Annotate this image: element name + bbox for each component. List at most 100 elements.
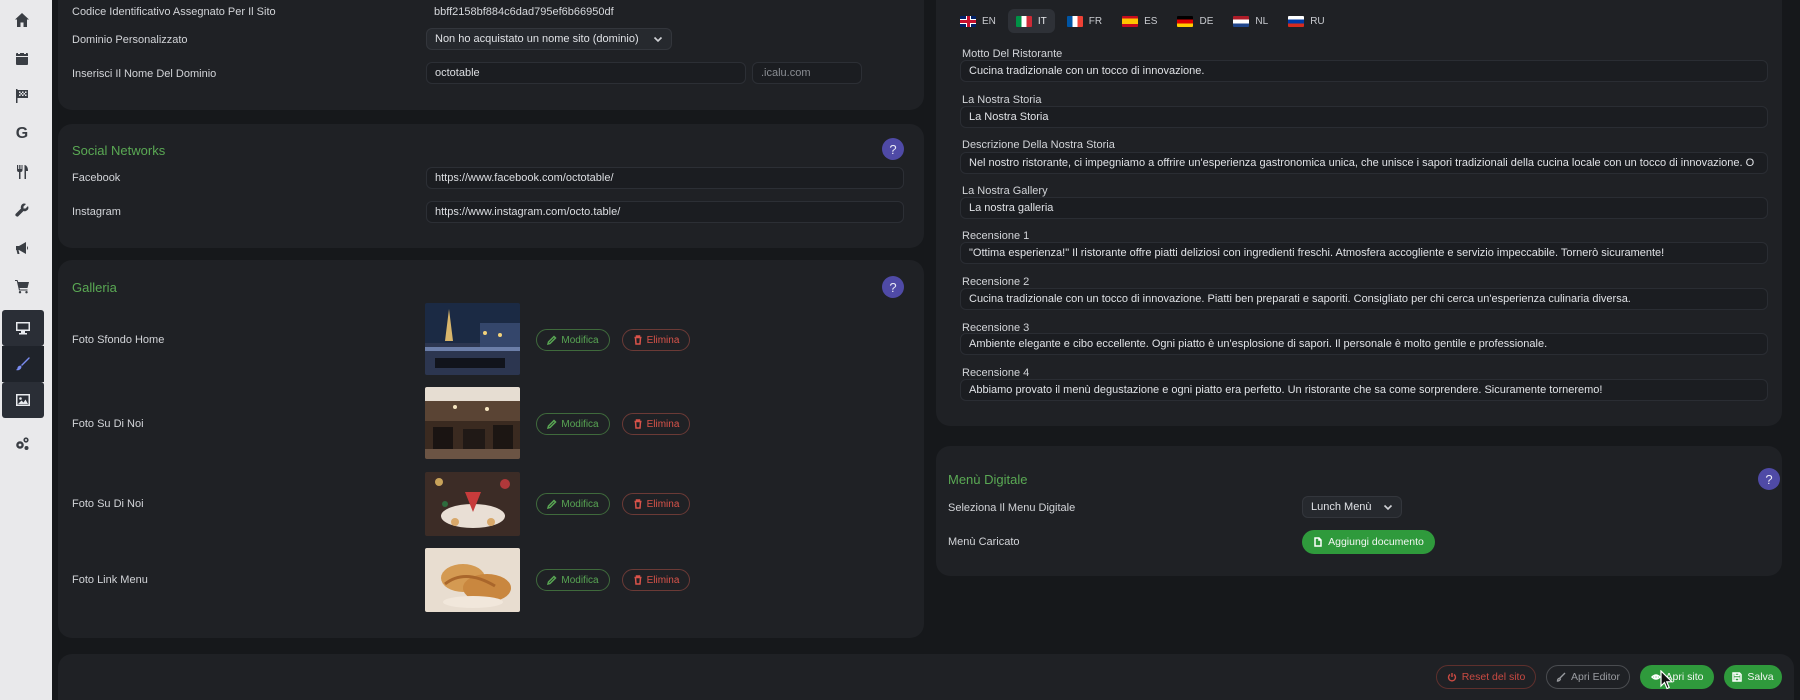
floppy-icon: [1732, 672, 1743, 682]
uk-flag-icon: [960, 15, 976, 27]
gallery-thumbnail: [425, 387, 520, 459]
pencil-icon: [547, 419, 557, 429]
document-icon: [1314, 537, 1322, 547]
gallery-help-button[interactable]: ?: [882, 276, 904, 298]
italy-flag-icon: [1015, 15, 1032, 27]
sidebar-item-home[interactable]: [0, 2, 44, 38]
sidebar-item-tools[interactable]: [0, 192, 44, 228]
open-editor-button[interactable]: Apri Editor: [1546, 665, 1630, 689]
france-flag-icon: [1066, 15, 1083, 27]
tab-lang-label: ES: [1144, 15, 1158, 27]
gallery-item-label: Foto Link Menu: [72, 574, 148, 586]
digital-menu-help-button[interactable]: ?: [1758, 468, 1780, 490]
review-4-input[interactable]: Abbiamo provato il menù degustazione e o…: [960, 379, 1768, 401]
edit-button[interactable]: Modifica: [536, 493, 610, 515]
domain-select-value: Non ho acquistato un nome sito (dominio): [435, 33, 639, 45]
pencil-icon: [547, 499, 557, 509]
germany-flag-icon: [1177, 15, 1194, 27]
home-icon: [15, 13, 29, 27]
sidebar-item-flag[interactable]: [0, 78, 44, 114]
delete-label: Elimina: [646, 418, 680, 430]
reset-site-button[interactable]: Reset del sito: [1436, 665, 1536, 689]
motto-input[interactable]: Cucina tradizionale con un tocco di inno…: [960, 60, 1768, 82]
tab-lang-ru[interactable]: RU: [1280, 9, 1332, 33]
netherlands-flag-icon: [1233, 15, 1250, 27]
tab-lang-label: EN: [982, 15, 996, 27]
delete-button[interactable]: Elimina: [622, 493, 690, 515]
tab-lang-label: RU: [1310, 15, 1325, 27]
social-help-button[interactable]: ?: [882, 138, 904, 160]
save-button[interactable]: Salva: [1724, 665, 1782, 689]
tab-lang-en[interactable]: EN: [952, 9, 1004, 33]
review-3-input[interactable]: Ambiente elegante e cibo eccellente. Ogn…: [960, 333, 1768, 355]
review-4-label: Recensione 4: [962, 367, 1030, 379]
tab-lang-label: IT: [1037, 15, 1047, 27]
flag-icon: [16, 89, 28, 103]
instagram-label: Instagram: [72, 206, 121, 218]
edit-button[interactable]: Modifica: [536, 413, 610, 435]
tab-lang-de[interactable]: DE: [1169, 9, 1221, 33]
sidebar-item-settings[interactable]: [0, 426, 44, 462]
gallery-item-label: Foto Su Di Noi: [72, 418, 144, 430]
sidebar-item-shop[interactable]: [0, 268, 44, 304]
social-title: Social Networks: [72, 143, 166, 158]
edit-label: Modifica: [561, 334, 599, 346]
gallery-thumbnail: [425, 303, 520, 375]
delete-button[interactable]: Elimina: [622, 329, 690, 351]
site-id-label: Codice Identificativo Assegnato Per Il S…: [72, 6, 276, 18]
trash-icon: [634, 575, 642, 585]
digital-menu-title: Menù Digitale: [948, 472, 1028, 487]
sidebar-item-gallery[interactable]: [2, 382, 44, 418]
story-title-input[interactable]: La Nostra Storia: [960, 106, 1768, 128]
facebook-input[interactable]: https://www.facebook.com/octotable/: [426, 167, 904, 189]
tab-lang-it[interactable]: IT: [1007, 9, 1055, 33]
domain-name-input[interactable]: octotable: [426, 62, 746, 84]
cutlery-icon: [17, 165, 28, 179]
edit-label: Modifica: [561, 418, 599, 430]
review-1-input[interactable]: "Ottima esperienza!" Il ristorante offre…: [960, 242, 1768, 264]
gallery-item-label: Foto Su Di Noi: [72, 498, 144, 510]
review-2-input[interactable]: Cucina tradizionale con un tocco di inno…: [960, 288, 1768, 310]
motto-label: Motto Del Ristorante: [962, 48, 1063, 60]
menu-select[interactable]: Lunch Menù: [1302, 496, 1402, 518]
calendar-icon: [16, 51, 28, 65]
sidebar-item-menu[interactable]: [0, 154, 44, 190]
megaphone-icon: [16, 242, 28, 254]
sidebar-item-google[interactable]: G: [0, 116, 44, 152]
sidebar-item-website[interactable]: [2, 310, 44, 346]
sidebar-item-marketing[interactable]: [0, 230, 44, 266]
delete-label: Elimina: [646, 574, 680, 586]
menu-uploaded-label: Menù Caricato: [948, 536, 1020, 548]
tab-lang-label: FR: [1088, 15, 1103, 27]
language-tabs: EN IT FR ES DE NL RU: [952, 9, 1333, 33]
tab-lang-label: DE: [1199, 15, 1214, 27]
pencil-icon: [547, 575, 557, 585]
tab-lang-fr[interactable]: FR: [1059, 9, 1110, 33]
instagram-input[interactable]: https://www.instagram.com/octo.table/: [426, 201, 904, 223]
chevron-down-icon: [653, 36, 663, 43]
story-description-input[interactable]: Nel nostro ristorante, ci impegniamo a o…: [960, 152, 1768, 174]
tab-lang-nl[interactable]: NL: [1225, 9, 1276, 33]
story-title-label: La Nostra Storia: [962, 94, 1042, 106]
gallery-title-input[interactable]: La nostra galleria: [960, 197, 1768, 219]
sidebar: G: [0, 0, 52, 700]
pencil-icon: [547, 335, 557, 345]
review-2-label: Recensione 2: [962, 276, 1030, 288]
edit-button[interactable]: Modifica: [536, 329, 610, 351]
gallery-thumbnail: [425, 472, 520, 536]
sidebar-item-calendar[interactable]: [0, 40, 44, 76]
add-document-button[interactable]: Aggiungi documento: [1302, 530, 1435, 554]
sidebar-item-editor[interactable]: [2, 346, 44, 382]
tab-lang-es[interactable]: ES: [1114, 9, 1165, 33]
delete-button[interactable]: Elimina: [622, 413, 690, 435]
edit-button[interactable]: Modifica: [536, 569, 610, 591]
google-icon: G: [15, 125, 29, 142]
delete-button[interactable]: Elimina: [622, 569, 690, 591]
open-site-button[interactable]: Apri sito: [1640, 665, 1714, 689]
delete-label: Elimina: [646, 498, 680, 510]
add-document-label: Aggiungi documento: [1328, 536, 1424, 548]
chevron-down-icon: [1383, 504, 1393, 511]
domain-select[interactable]: Non ho acquistato un nome sito (dominio): [426, 28, 672, 50]
reset-site-label: Reset del sito: [1461, 671, 1526, 683]
site-id-value: bbff2158bf884c6dad795ef6b66950df: [434, 6, 614, 18]
